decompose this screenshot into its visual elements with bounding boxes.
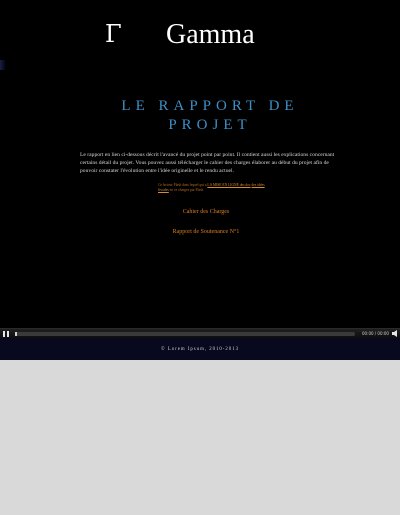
flash-notice: Ce lecteur Flash dans lequel qui a LA MI… — [158, 183, 268, 193]
page-title: LE RAPPORT DE PROJET — [121, 98, 299, 133]
empty-area — [0, 360, 400, 515]
copyright-text: © Lorem Ipsum, 2010-2013 — [160, 347, 239, 352]
page-container: Γ Gamma LE RAPPORT DE PROJET Le rapport … — [0, 0, 400, 360]
seek-bar[interactable] — [15, 332, 355, 336]
rapport-soutenance-link[interactable]: Rapport de Soutenance N°1 — [6, 228, 400, 236]
seek-handle[interactable] — [15, 332, 17, 336]
site-footer: © Lorem Ipsum, 2010-2013 — [0, 338, 400, 360]
cahier-des-charges-link[interactable]: Cahier des Charges — [6, 208, 400, 216]
logo-title[interactable]: Gamma — [166, 18, 255, 52]
pause-icon — [3, 331, 9, 337]
time-display: 00:00 / 00:00 — [362, 331, 389, 336]
speaker-icon — [392, 330, 397, 337]
play-button[interactable] — [3, 331, 11, 337]
notice-link-1[interactable]: LA MISE EN LIGNE des doc — [207, 183, 250, 187]
intro-paragraph: Le rapport en lien ci-dessous décrit l'a… — [80, 151, 335, 174]
logo-gamma-symbol: Γ — [105, 20, 122, 48]
notice-text-before: Ce lecteur Flash dans lequel qui a — [158, 183, 208, 187]
notice-text-after: en ce chargez par Flash — [168, 188, 204, 193]
site-header: Γ Gamma — [0, 0, 400, 60]
